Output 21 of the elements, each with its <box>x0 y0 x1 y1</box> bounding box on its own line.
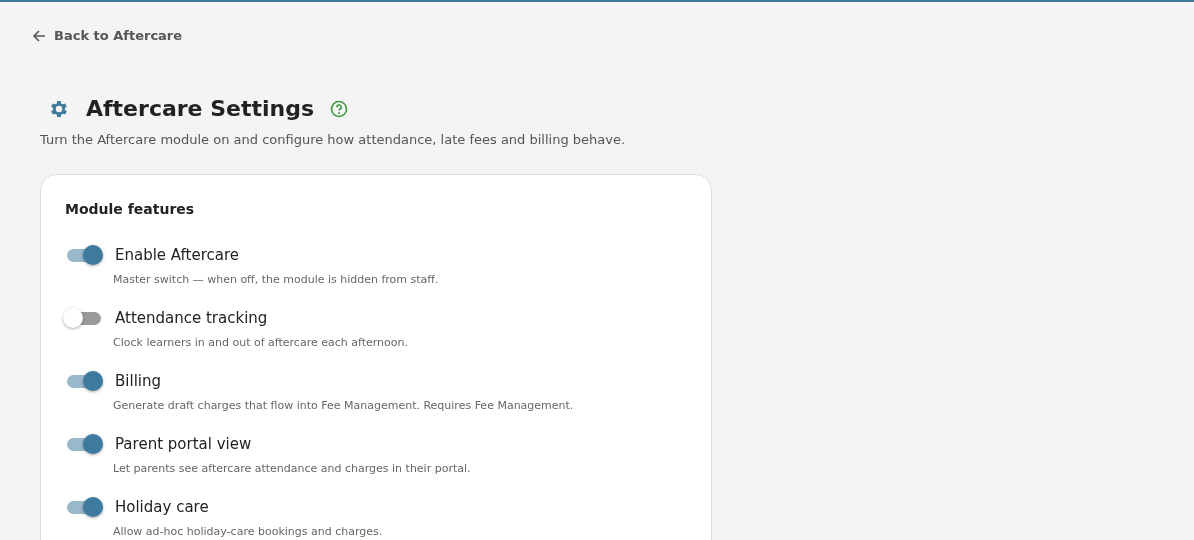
page-description: Turn the Aftercare module on and configure how attendance, late fees and billing behave. <box>40 131 627 150</box>
feature-hint: Master switch — when off, the module is hidden from staff. <box>113 272 440 289</box>
feature-hint: Allow ad-hoc holiday-care bookings and charges. <box>113 524 384 540</box>
feature-label: Holiday care <box>115 496 209 518</box>
back-arrow-icon <box>32 29 46 43</box>
feature-label: Enable Aftercare <box>115 244 240 266</box>
toggle-switch[interactable] <box>65 496 103 519</box>
feature-label: Attendance tracking <box>115 307 268 329</box>
toggle-switch[interactable] <box>65 307 103 330</box>
toggle-switch[interactable] <box>65 244 103 267</box>
page-title: Aftercare Settings <box>86 96 315 123</box>
toggle-switch[interactable] <box>65 370 103 393</box>
feature-hint: Let parents see aftercare attendance and charges in their portal. <box>113 461 472 478</box>
back-link[interactable]: Back to Aftercare <box>32 26 183 46</box>
feature-label: Billing <box>115 370 161 392</box>
feature-hint: Generate draft charges that flow into Fee Management. Requires Fee Management. <box>113 398 575 415</box>
help-icon[interactable] <box>330 100 349 119</box>
feature-label: Parent portal view <box>115 433 252 455</box>
card-heading: Module features <box>65 199 196 219</box>
toggle-switch[interactable] <box>65 433 103 456</box>
feature-hint: Clock learners in and out of aftercare each afternoon. <box>113 335 409 352</box>
